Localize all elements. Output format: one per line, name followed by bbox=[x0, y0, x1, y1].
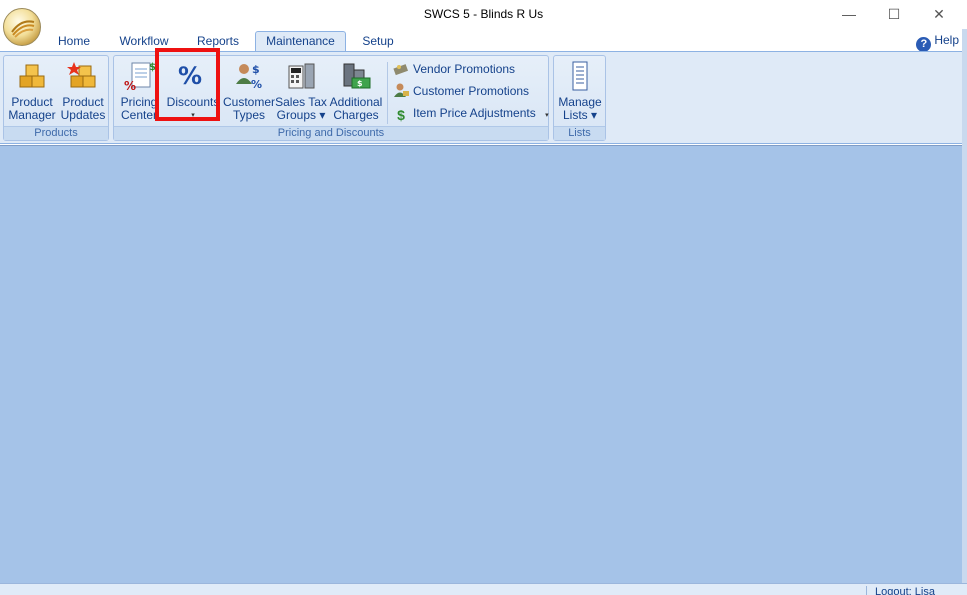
item-price-adjustments-dropdown-arrow: ▾ bbox=[545, 112, 549, 119]
products-group: Product Manager Product Updates Products bbox=[3, 55, 109, 141]
lists-group: Manage Lists ▾ Lists bbox=[553, 55, 606, 141]
group-separator bbox=[387, 62, 388, 124]
pricing-discounts-group-label: Pricing and Discounts bbox=[114, 126, 548, 140]
product-manager-label-2: Manager bbox=[8, 108, 56, 122]
status-bar: Logout: Lisa bbox=[0, 583, 967, 595]
svg-text:$: $ bbox=[252, 63, 260, 76]
main-workspace bbox=[0, 145, 967, 583]
help-label: Help bbox=[934, 33, 959, 47]
window-title: SWCS 5 - Blinds R Us bbox=[423, 7, 544, 21]
customer-types-button[interactable]: $ % Customer Types bbox=[223, 60, 275, 124]
status-user-panel: Logout: Lisa bbox=[866, 586, 967, 595]
money-stack-icon: $ bbox=[340, 60, 372, 92]
sales-tax-groups-button[interactable]: Sales Tax Groups ▾ bbox=[275, 60, 327, 124]
customer-types-label-2: Types bbox=[232, 108, 265, 122]
item-price-adjustments-button[interactable]: $ Item Price Adjustments ▾ bbox=[393, 103, 549, 123]
svg-text:$: $ bbox=[357, 79, 363, 88]
tab-home[interactable]: Home bbox=[48, 33, 100, 52]
title-bar: SWCS 5 - Blinds R Us — ☐ ✕ bbox=[0, 0, 967, 29]
application-menu-orb[interactable] bbox=[3, 8, 41, 46]
customer-promotions-label: Customer Promotions bbox=[413, 84, 530, 98]
question-icon: ? bbox=[916, 37, 932, 52]
vendor-promotions-label: Vendor Promotions bbox=[413, 62, 516, 76]
product-updates-label-2: Updates bbox=[60, 108, 106, 122]
lists-group-label: Lists bbox=[554, 126, 605, 140]
ribbon-panel: Product Manager Product Updates Products bbox=[0, 51, 967, 144]
tab-setup[interactable]: Setup bbox=[352, 33, 404, 52]
manage-lists-label-2: Lists ▾ bbox=[562, 108, 598, 122]
boxes-star-icon bbox=[67, 60, 99, 92]
svg-text:%: % bbox=[124, 79, 136, 92]
ribbon-tabs: Home Workflow Reports Maintenance Setup … bbox=[0, 29, 967, 52]
app-logo-icon bbox=[11, 20, 35, 38]
minimize-button[interactable]: — bbox=[834, 4, 864, 24]
customer-promo-icon bbox=[393, 82, 409, 98]
dollar-icon: $ bbox=[397, 107, 405, 123]
price-sheet-icon: $ % bbox=[123, 60, 156, 93]
close-button[interactable]: ✕ bbox=[924, 4, 954, 24]
vendor-promotions-button[interactable]: Vendor Promotions bbox=[393, 59, 515, 79]
maximize-button[interactable]: ☐ bbox=[879, 4, 909, 24]
manage-lists-button[interactable]: Manage Lists ▾ bbox=[555, 60, 605, 124]
customer-percent-icon: $ % bbox=[233, 60, 265, 92]
products-group-label: Products bbox=[4, 126, 108, 140]
window-edge bbox=[962, 29, 967, 583]
product-updates-button[interactable]: Product Updates bbox=[58, 60, 108, 124]
item-price-adjustments-label: Item Price Adjustments bbox=[413, 106, 536, 120]
calculator-icon bbox=[285, 60, 317, 92]
additional-charges-button[interactable]: $ Additional Charges bbox=[327, 60, 385, 124]
product-manager-button[interactable]: Product Manager bbox=[6, 60, 58, 124]
customer-promotions-button[interactable]: Customer Promotions bbox=[393, 81, 529, 101]
vendor-promo-icon bbox=[393, 60, 409, 76]
sales-tax-groups-label-2: Groups ▾ bbox=[276, 108, 326, 122]
additional-charges-label-2: Charges bbox=[333, 108, 379, 122]
help-button[interactable]: ? Help bbox=[916, 32, 959, 52]
discounts-highlight-box bbox=[155, 48, 220, 121]
svg-text:%: % bbox=[251, 78, 262, 91]
tab-maintenance[interactable]: Maintenance bbox=[255, 31, 346, 52]
list-document-icon bbox=[564, 60, 596, 92]
boxes-icon bbox=[16, 60, 48, 92]
